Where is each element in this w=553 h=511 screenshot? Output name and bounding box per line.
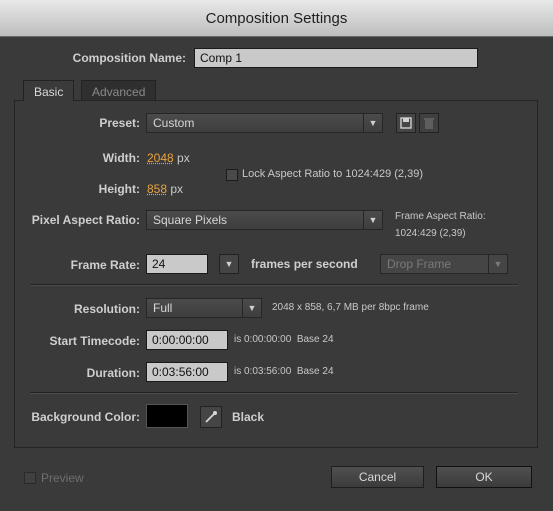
eyedropper-button[interactable]: [200, 406, 222, 428]
background-color-name: Black: [232, 410, 265, 424]
divider: [30, 392, 518, 394]
title-bar: Composition Settings: [0, 0, 553, 37]
frame-rate-label: Frame Rate:: [70, 258, 140, 272]
delete-preset-button[interactable]: [419, 113, 439, 133]
height-unit: px: [170, 182, 184, 196]
width-unit: px: [177, 151, 190, 165]
width-field[interactable]: 2048 px: [147, 151, 190, 165]
frame-rate-unit: frames per second: [251, 257, 358, 271]
preview-checkbox[interactable]: [24, 472, 36, 484]
tab-advanced[interactable]: Advanced: [81, 80, 157, 100]
comp-name-input[interactable]: [194, 48, 478, 68]
frame-aspect-value: 1024:429 (2,39): [395, 228, 466, 239]
start-timecode-info: is 0:00:00:00 Base 24: [234, 334, 334, 345]
height-label: Height:: [98, 182, 140, 196]
drop-frame-dropdown[interactable]: Drop Frame ▼: [380, 254, 508, 274]
save-icon: [400, 117, 412, 129]
preview-label: Preview: [41, 471, 84, 485]
pixel-aspect-value: Square Pixels: [153, 213, 228, 227]
comp-name-label: Composition Name:: [72, 51, 186, 65]
chevron-down-icon: ▼: [242, 299, 261, 317]
preset-dropdown[interactable]: Custom ▼: [146, 113, 383, 133]
chevron-down-icon: ▼: [224, 259, 234, 269]
frame-aspect-label: Frame Aspect Ratio:: [395, 211, 486, 222]
duration-label: Duration:: [86, 366, 140, 380]
frame-rate-input[interactable]: [146, 254, 208, 274]
duration-input[interactable]: [146, 362, 228, 382]
chevron-down-icon: ▼: [488, 255, 507, 273]
start-timecode-label: Start Timecode:: [49, 334, 140, 348]
resolution-label: Resolution:: [74, 302, 140, 316]
resolution-dropdown[interactable]: Full ▼: [146, 298, 262, 318]
ok-button[interactable]: OK: [436, 466, 532, 488]
resolution-value: Full: [153, 301, 173, 315]
divider: [30, 284, 518, 286]
background-color-swatch[interactable]: [146, 404, 188, 428]
pixel-aspect-dropdown[interactable]: Square Pixels ▼: [146, 210, 383, 230]
eyedropper-icon: [205, 411, 217, 423]
cancel-button[interactable]: Cancel: [331, 466, 424, 488]
width-value[interactable]: 2048: [147, 151, 174, 165]
lock-aspect-checkbox[interactable]: [226, 169, 238, 181]
preset-value: Custom: [153, 116, 195, 130]
lock-aspect-label: Lock Aspect Ratio to 1024:429 (2,39): [242, 168, 424, 180]
width-label: Width:: [102, 151, 140, 165]
window-title: Composition Settings: [205, 9, 348, 27]
background-color-label: Background Color:: [31, 410, 140, 424]
save-preset-button[interactable]: [396, 113, 416, 133]
chevron-down-icon: ▼: [363, 211, 382, 229]
pixel-aspect-label: Pixel Aspect Ratio:: [31, 213, 140, 227]
resolution-info: 2048 x 858, 6,7 MB per 8bpc frame: [272, 302, 429, 313]
height-field[interactable]: 858 px: [147, 182, 183, 196]
duration-info: is 0:03:56:00 Base 24: [234, 366, 334, 377]
tab-basic[interactable]: Basic: [23, 80, 75, 101]
start-timecode-input[interactable]: [146, 330, 228, 350]
height-value[interactable]: 858: [147, 182, 167, 196]
drop-frame-value: Drop Frame: [387, 257, 452, 271]
trash-icon: [424, 118, 434, 129]
preset-label: Preset:: [99, 116, 140, 130]
frame-rate-menu-button[interactable]: ▼: [219, 254, 239, 274]
chevron-down-icon: ▼: [363, 114, 382, 132]
